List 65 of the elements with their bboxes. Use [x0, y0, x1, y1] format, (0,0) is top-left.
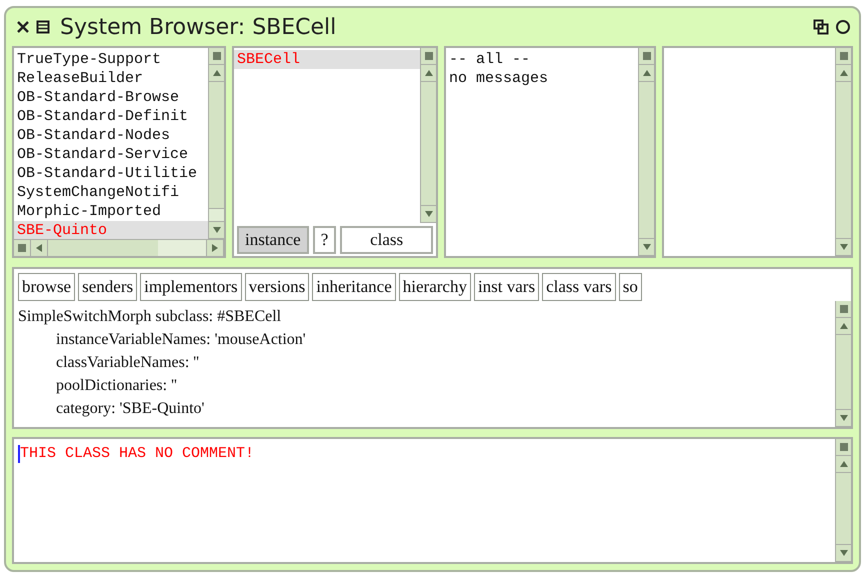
scrollbar[interactable] — [420, 48, 436, 223]
menu-square-icon[interactable] — [840, 443, 848, 451]
package-item[interactable]: ReleaseBuilder — [14, 69, 208, 88]
up-arrow-icon[interactable] — [838, 460, 848, 468]
mode-button[interactable]: ? — [312, 226, 336, 254]
code-line: category: 'SBE-Quinto' — [55, 399, 206, 419]
toolbar-button[interactable]: senders — [78, 273, 138, 301]
code-line: classVariableNames: '' — [55, 353, 200, 373]
scrollbar[interactable] — [835, 301, 851, 427]
package-item[interactable]: Morphic-Imported — [14, 202, 208, 221]
toolbar-button[interactable]: implementors — [140, 273, 242, 301]
horizontal-scrollbar[interactable] — [14, 239, 224, 256]
expand-icon[interactable] — [835, 19, 851, 35]
up-arrow-icon[interactable] — [212, 69, 222, 77]
protocol-item[interactable]: no messages — [446, 69, 638, 88]
class-comment: THIS CLASS HAS NO COMMENT! — [20, 445, 254, 462]
left-arrow-icon[interactable] — [35, 243, 43, 253]
menu-square-icon[interactable] — [642, 52, 650, 60]
toolbar-button[interactable]: inst vars — [474, 273, 540, 301]
menu-square-icon[interactable] — [840, 305, 848, 313]
right-arrow-icon[interactable] — [211, 243, 219, 253]
up-arrow-icon[interactable] — [838, 69, 848, 77]
menu-square-icon[interactable] — [212, 52, 220, 60]
package-item[interactable]: SystemChangeNotifi — [14, 183, 208, 202]
close-icon[interactable] — [16, 20, 30, 34]
code-line: poolDictionaries: '' — [55, 376, 178, 396]
collapse-icon[interactable] — [813, 19, 829, 35]
down-arrow-icon[interactable] — [212, 226, 222, 234]
scroll-thumb[interactable] — [209, 208, 224, 221]
code-editor[interactable]: SimpleSwitchMorph subclass: #SBECell instanceVariableNames: 'mouseAction' classVariableNames: '' poolDictionaries: '' category: 'SBE-Quinto' — [12, 301, 853, 429]
window-title: System Browser: SBECell — [60, 14, 336, 40]
protocol-item[interactable]: -- all -- — [446, 50, 638, 69]
comment-editor[interactable]: THIS CLASS HAS NO COMMENT! — [12, 437, 853, 564]
package-item[interactable]: OB-Standard-Service — [14, 145, 208, 164]
package-item[interactable]: OB-Standard-Nodes — [14, 126, 208, 145]
code-line: SimpleSwitchMorph subclass: #SBECell — [18, 307, 282, 327]
scrollbar[interactable] — [835, 48, 851, 256]
scrollbar[interactable] — [638, 48, 654, 256]
menu-square-icon[interactable] — [840, 52, 848, 60]
code-line: instanceVariableNames: 'mouseAction' — [55, 330, 307, 350]
down-arrow-icon[interactable] — [838, 549, 848, 557]
down-arrow-icon[interactable] — [838, 414, 848, 422]
menu-square-icon[interactable] — [424, 52, 432, 60]
up-arrow-icon[interactable] — [838, 322, 848, 330]
down-arrow-icon[interactable] — [838, 243, 848, 251]
package-item[interactable]: OB-Standard-Browse — [14, 88, 208, 107]
mode-button[interactable]: instance — [237, 226, 309, 254]
menu-icon[interactable] — [36, 20, 50, 34]
down-arrow-icon[interactable] — [424, 210, 434, 218]
toolbar-button[interactable]: inheritance — [312, 273, 396, 301]
down-arrow-icon[interactable] — [642, 243, 652, 251]
package-item[interactable]: OB-Standard-Definit — [14, 107, 208, 126]
up-arrow-icon[interactable] — [424, 69, 434, 77]
scrollbar[interactable] — [208, 48, 224, 239]
scrollbar[interactable] — [835, 439, 851, 562]
toolbar-button[interactable]: hierarchy — [398, 273, 471, 301]
package-item[interactable]: TrueType-Support — [14, 50, 208, 69]
toolbar-button[interactable]: class vars — [542, 273, 616, 301]
toolbar-button[interactable]: browse — [18, 273, 76, 301]
toolbar-button[interactable]: versions — [244, 273, 310, 301]
up-arrow-icon[interactable] — [642, 69, 652, 77]
mode-button[interactable]: class — [340, 226, 433, 254]
text-cursor — [18, 445, 20, 463]
package-item[interactable]: OB-Standard-Utilitie — [14, 164, 208, 183]
toolbar-button[interactable]: so — [618, 273, 642, 301]
